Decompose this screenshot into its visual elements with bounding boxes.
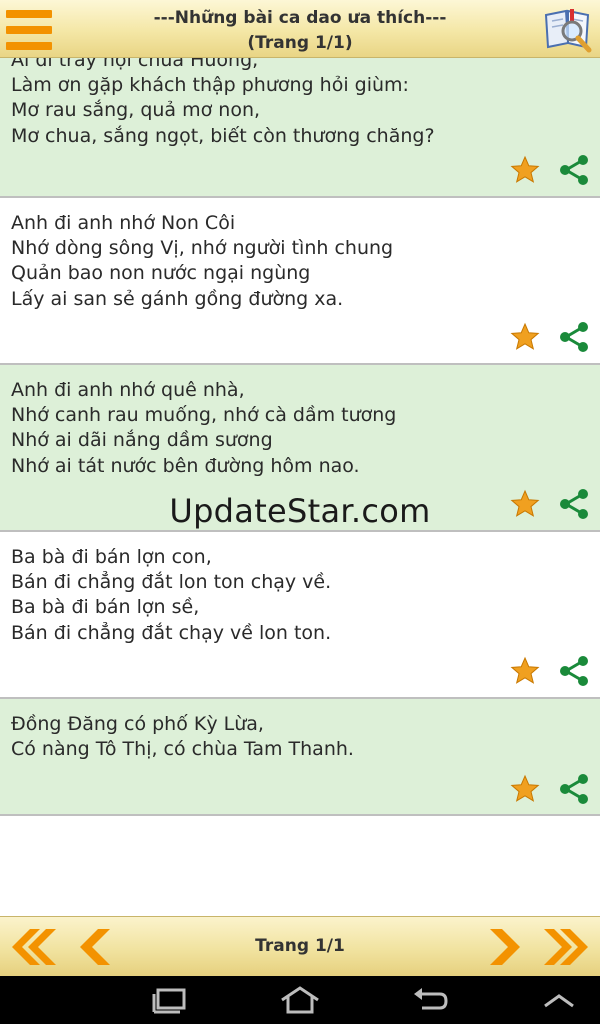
star-icon[interactable] <box>510 656 540 686</box>
star-icon[interactable] <box>510 774 540 804</box>
share-icon[interactable] <box>558 773 590 805</box>
double-chevron-left-icon[interactable] <box>6 927 56 967</box>
page-indicator: Trang 1/1 <box>255 936 345 956</box>
recent-apps-icon[interactable] <box>150 986 190 1014</box>
verse-line: Bán đi chẳng đắt lon ton chạy về. <box>11 571 332 594</box>
verse-line: Ba bà đi bán lợn con, <box>11 546 212 568</box>
verse-line: Có nàng Tô Thị, có chùa Tam Thanh. <box>11 738 354 761</box>
verse-text: Anh đi anh nhớ Non Côi Nhớ dòng sông Vị,… <box>11 211 393 312</box>
home-icon[interactable] <box>279 986 321 1014</box>
star-icon[interactable] <box>510 155 540 185</box>
chevron-up-icon[interactable] <box>542 986 576 1014</box>
verse-line: Nhớ canh rau muống, nhớ cà dầm tương <box>11 404 397 427</box>
chevron-left-icon[interactable] <box>72 927 122 967</box>
share-icon[interactable] <box>558 154 590 186</box>
list-item: Anh đi anh nhớ Non Côi Nhớ dòng sông Vị,… <box>0 198 600 365</box>
verse-line: Lấy ai san sẻ gánh gồng đường xa. <box>11 287 344 310</box>
back-icon[interactable] <box>410 986 450 1014</box>
share-icon[interactable] <box>558 655 590 687</box>
menu-icon[interactable] <box>6 10 52 50</box>
system-navigation-bar <box>0 976 600 1024</box>
verse-text: Ba bà đi bán lợn con, Bán đi chẳng đắt l… <box>11 545 331 646</box>
list-item: Ba bà đi bán lợn con, Bán đi chẳng đắt l… <box>0 532 600 699</box>
verse-line: Nhớ dòng sông Vị, nhớ người tình chung <box>11 237 394 260</box>
list-item: Ai đi trẩy hội chùa Hương, Làm ơn gặp kh… <box>0 58 600 198</box>
verse-line: Ba bà đi bán lợn sề, <box>11 596 200 619</box>
app-header: ---Những bài ca dao ưa thích--- (Trang 1… <box>0 0 600 58</box>
verse-line: Nhớ ai tát nước bên đường hôm nao. <box>11 454 360 477</box>
verse-line: Mơ rau sắng, quả mơ non, <box>11 99 261 122</box>
verse-text: Đồng Đăng có phố Kỳ Lừa, Có nàng Tô Thị,… <box>11 712 354 762</box>
watermark: UpdateStar.com <box>169 492 431 530</box>
verse-line: Quản bao non nước ngại ngùng <box>11 262 311 285</box>
verse-line: Anh đi anh nhớ quê nhà, <box>11 379 245 401</box>
star-icon[interactable] <box>510 322 540 352</box>
pagination-bar: Trang 1/1 <box>0 916 600 976</box>
list-item: Đồng Đăng có phố Kỳ Lừa, Có nàng Tô Thị,… <box>0 699 600 816</box>
verse-line: Làm ơn gặp khách thập phương hỏi giùm: <box>11 74 409 97</box>
page-subtitle: (Trang 1/1) <box>247 33 353 53</box>
book-search-icon[interactable] <box>542 3 594 55</box>
share-icon[interactable] <box>558 321 590 353</box>
verse-line: Nhớ ai dãi nắng dầm sương <box>11 429 273 452</box>
verse-line: Mơ chua, sắng ngọt, biết còn thương chăn… <box>11 124 435 147</box>
verse-line: Ai đi trẩy hội chùa Hương, <box>11 58 259 71</box>
verse-list[interactable]: Ai đi trẩy hội chùa Hương, Làm ơn gặp kh… <box>0 58 600 916</box>
chevron-right-icon[interactable] <box>478 927 528 967</box>
double-chevron-right-icon[interactable] <box>544 927 594 967</box>
page-title: ---Những bài ca dao ưa thích--- <box>153 8 447 28</box>
verse-line: Bán đi chẳng đắt chạy về lon ton. <box>11 621 332 644</box>
verse-line: Anh đi anh nhớ Non Côi <box>11 212 236 234</box>
verse-text: Ai đi trẩy hội chùa Hương, Làm ơn gặp kh… <box>11 58 435 149</box>
verse-text: Anh đi anh nhớ quê nhà, Nhớ canh rau muố… <box>11 378 396 479</box>
verse-line: Đồng Đăng có phố Kỳ Lừa, <box>11 713 264 735</box>
